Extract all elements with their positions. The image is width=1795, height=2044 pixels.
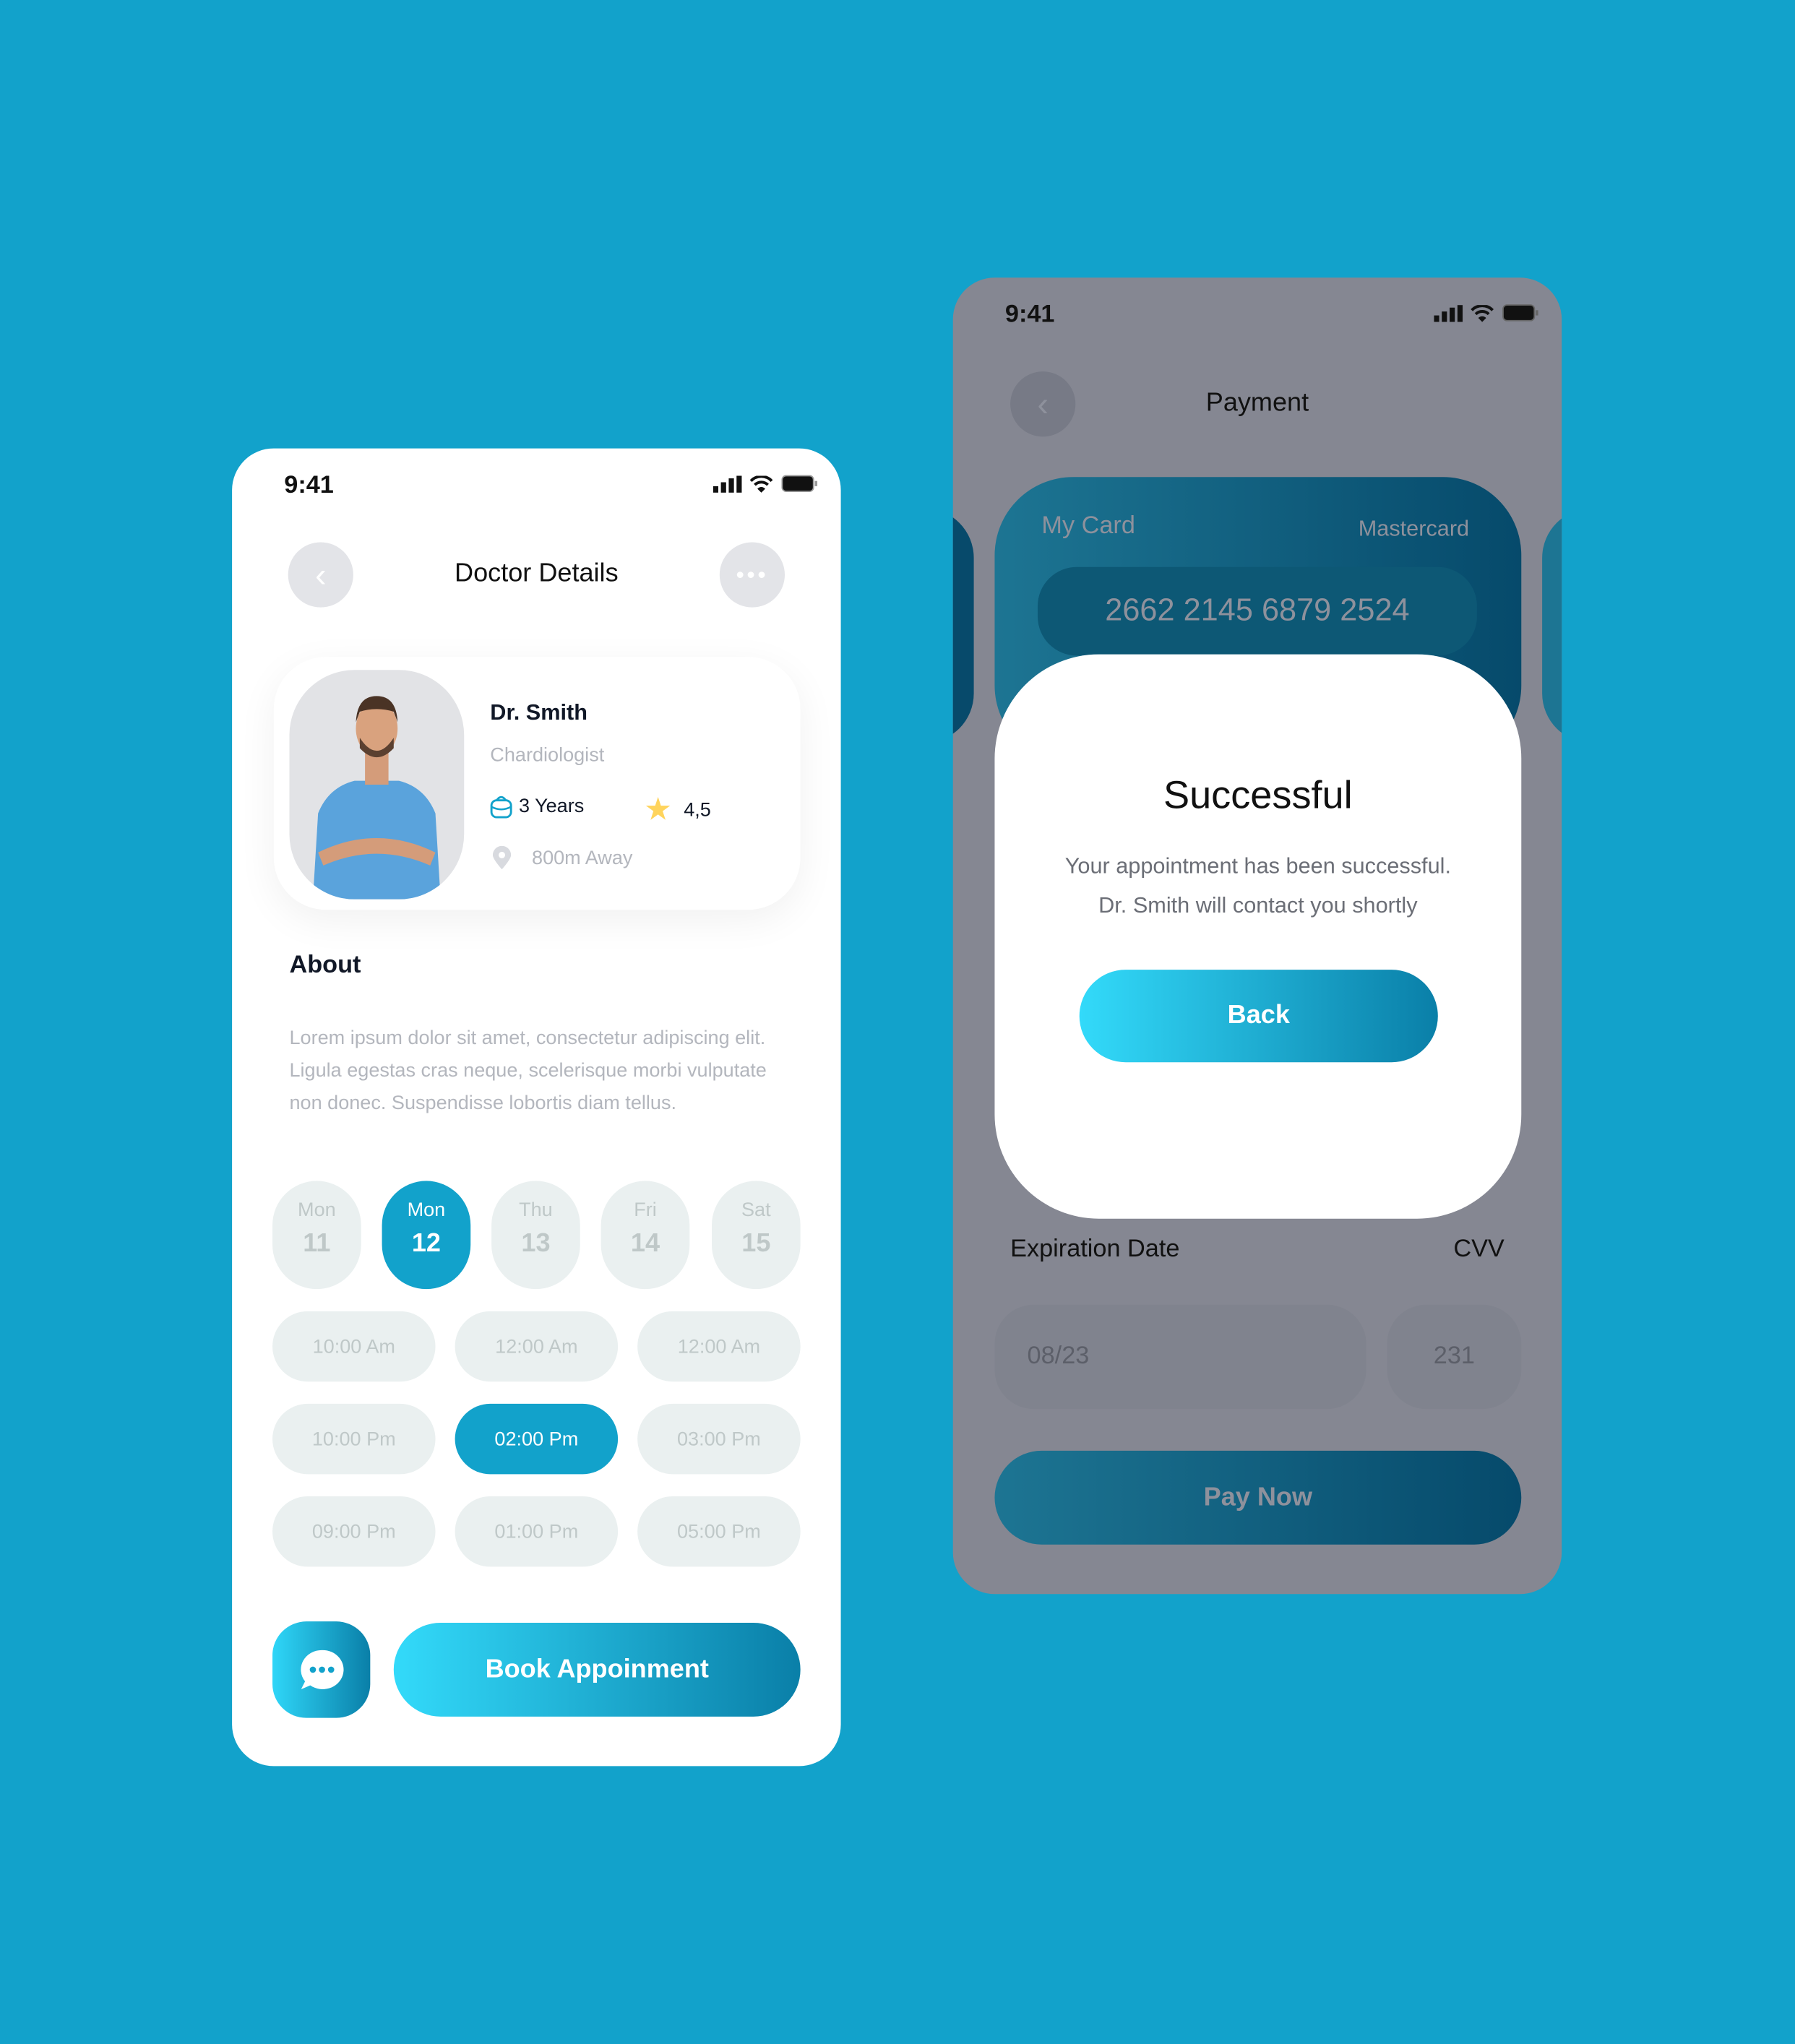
day-date: 11 bbox=[303, 1229, 331, 1258]
day-option[interactable]: Mon 11 bbox=[272, 1181, 361, 1290]
pay-now-button[interactable]: Pay Now bbox=[994, 1450, 1522, 1545]
doctor-specialty: Chardiologist bbox=[490, 744, 605, 767]
time-slot[interactable]: 12:00 Am bbox=[455, 1311, 619, 1382]
page-title: Payment bbox=[1205, 388, 1309, 418]
chat-button[interactable] bbox=[272, 1621, 371, 1718]
modal-message: Your appointment has been successful. Dr… bbox=[994, 848, 1521, 926]
time-slot[interactable]: 01:00 Pm bbox=[455, 1496, 619, 1567]
battery-icon bbox=[781, 475, 818, 493]
cvv-input[interactable]: 231 bbox=[1387, 1304, 1522, 1410]
location-pin-icon bbox=[492, 845, 512, 870]
rating: 4,5 bbox=[684, 798, 711, 822]
time-slot[interactable]: 09:00 Pm bbox=[272, 1496, 436, 1567]
card-number: 2662 2145 6879 2524 bbox=[1037, 566, 1477, 656]
success-modal: Successful Your appointment has been suc… bbox=[994, 654, 1522, 1219]
day-date: 13 bbox=[521, 1229, 551, 1258]
about-heading: About bbox=[289, 951, 361, 979]
card-brand: Mastercard bbox=[1358, 516, 1470, 541]
wifi-icon bbox=[749, 475, 773, 493]
day-name: Mon bbox=[407, 1199, 446, 1222]
day-option-selected[interactable]: Mon 12 bbox=[382, 1181, 471, 1290]
doctor-card[interactable]: Dr. Smith Chardiologist 3 Years ★ 4,5 80… bbox=[273, 657, 801, 910]
wifi-icon bbox=[1471, 304, 1494, 322]
status-icons bbox=[1434, 303, 1538, 322]
more-dots-icon: ••• bbox=[736, 561, 769, 587]
expiration-input[interactable]: 08/23 bbox=[994, 1304, 1366, 1410]
time-slot-selected[interactable]: 02:00 Pm bbox=[455, 1403, 619, 1475]
day-name: Mon bbox=[298, 1199, 336, 1222]
day-date: 14 bbox=[630, 1229, 660, 1258]
prev-card-peek[interactable] bbox=[952, 508, 974, 743]
more-button[interactable]: ••• bbox=[719, 542, 785, 608]
doctor-details-screen: 9:41 ‹ Doctor Details ••• Dr. Smith Char… bbox=[232, 448, 841, 1767]
cvv-label: CVV bbox=[1453, 1236, 1505, 1264]
status-icons bbox=[713, 475, 818, 493]
time-slot[interactable]: 05:00 Pm bbox=[637, 1496, 801, 1567]
modal-message-line: Your appointment has been successful. bbox=[1064, 853, 1451, 879]
day-date: 15 bbox=[741, 1229, 771, 1258]
canvas: 9:41 ‹ Doctor Details ••• Dr. Smith Char… bbox=[0, 0, 1795, 2044]
card-label: My Card bbox=[1041, 512, 1135, 540]
signal-icon bbox=[713, 475, 742, 493]
payment-screen: 9:41 ‹ Payment My Card Mastercard 2662 2… bbox=[952, 277, 1562, 1595]
day-date: 12 bbox=[411, 1229, 441, 1258]
day-name: Thu bbox=[519, 1199, 553, 1222]
battery-icon bbox=[1502, 304, 1538, 322]
modal-message-line: Dr. Smith will contact you shortly bbox=[1098, 892, 1418, 918]
expiration-label: Expiration Date bbox=[1010, 1236, 1180, 1264]
modal-back-button[interactable]: Back bbox=[1079, 970, 1438, 1063]
day-name: Sat bbox=[741, 1199, 771, 1222]
star-icon: ★ bbox=[644, 792, 672, 828]
day-option[interactable]: Fri 14 bbox=[601, 1181, 690, 1290]
time-slot[interactable]: 12:00 Am bbox=[637, 1311, 801, 1382]
about-text: Lorem ipsum dolor sit amet, consectetur … bbox=[289, 1027, 767, 1115]
bag-icon bbox=[490, 795, 512, 819]
doctor-photo bbox=[289, 670, 465, 900]
status-time: 9:41 bbox=[284, 472, 334, 499]
chat-bubble-icon bbox=[300, 1650, 343, 1689]
modal-title: Successful bbox=[1163, 774, 1353, 818]
doctor-name: Dr. Smith bbox=[490, 699, 587, 725]
time-slot[interactable]: 03:00 Pm bbox=[637, 1403, 801, 1475]
time-slot[interactable]: 10:00 Am bbox=[272, 1311, 436, 1382]
day-option[interactable]: Sat 15 bbox=[711, 1181, 801, 1290]
signal-icon bbox=[1434, 304, 1463, 322]
experience: 3 Years bbox=[518, 795, 585, 818]
day-option[interactable]: Thu 13 bbox=[491, 1181, 580, 1290]
distance: 800m Away bbox=[532, 846, 633, 869]
time-slot[interactable]: 10:00 Pm bbox=[272, 1403, 436, 1475]
next-card-peek[interactable] bbox=[1542, 508, 1562, 743]
day-name: Fri bbox=[634, 1199, 657, 1222]
book-appointment-button[interactable]: Book Appoinment bbox=[393, 1622, 801, 1717]
status-time: 9:41 bbox=[1004, 301, 1055, 329]
